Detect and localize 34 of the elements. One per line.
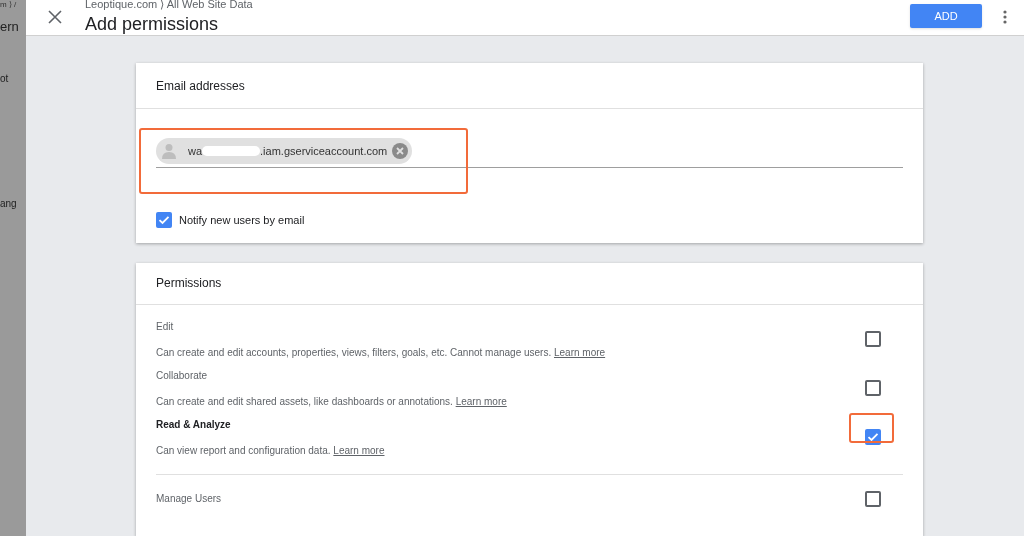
- row-text: ang: [0, 197, 17, 211]
- row-text: ot: [0, 72, 9, 86]
- more-options-icon[interactable]: [1003, 10, 1007, 24]
- checkbox[interactable]: [156, 212, 172, 229]
- checkmark-icon: [158, 214, 170, 227]
- learn-more-link[interactable]: Learn more: [333, 444, 385, 456]
- learn-more-link[interactable]: Learn more: [455, 395, 507, 407]
- permission-description: Can create and edit accounts, properties, views, filters, goals, etc. Cannot manage users. Learn more: [156, 345, 607, 360]
- page-title: ern: [0, 18, 19, 36]
- add-button[interactable]: ADD: [910, 4, 982, 28]
- checkbox[interactable]: [865, 380, 881, 396]
- learn-more-link[interactable]: Learn more: [554, 346, 606, 358]
- checkbox-label: Notify new users by email: [179, 213, 305, 228]
- redaction-mark: [202, 146, 261, 156]
- email-input-field[interactable]: wa .iam.gserviceaccount.com: [156, 138, 903, 168]
- permission-name: Read & Analyze: [156, 417, 232, 432]
- permission-name: Edit: [156, 319, 175, 334]
- permission-description: Can create and edit shared assets, like dashboards or annotations. Learn more: [156, 394, 508, 409]
- card-title: Permissions: [156, 275, 222, 292]
- close-icon[interactable]: [48, 10, 62, 24]
- breadcrumb-text: m ⟩ /: [0, 0, 17, 10]
- checkmark-icon: [867, 431, 879, 443]
- permission-description: Can view report and configuration data. Learn more: [156, 443, 386, 458]
- breadcrumb-text: Leoptique.com ⟩ All Web Site Data: [85, 0, 253, 10]
- checkbox[interactable]: [865, 490, 881, 507]
- email-text: wa: [188, 143, 203, 159]
- permission-name: Manage Users: [156, 492, 223, 506]
- permission-name: Collaborate: [156, 368, 209, 383]
- checkbox[interactable]: [865, 331, 881, 347]
- dialog-title: Add permissions: [85, 13, 220, 35]
- person-icon: [162, 143, 176, 159]
- email-text: .iam.gserviceaccount.com: [260, 143, 388, 159]
- remove-icon[interactable]: [392, 143, 409, 159]
- card-title: Email addresses: [156, 77, 245, 95]
